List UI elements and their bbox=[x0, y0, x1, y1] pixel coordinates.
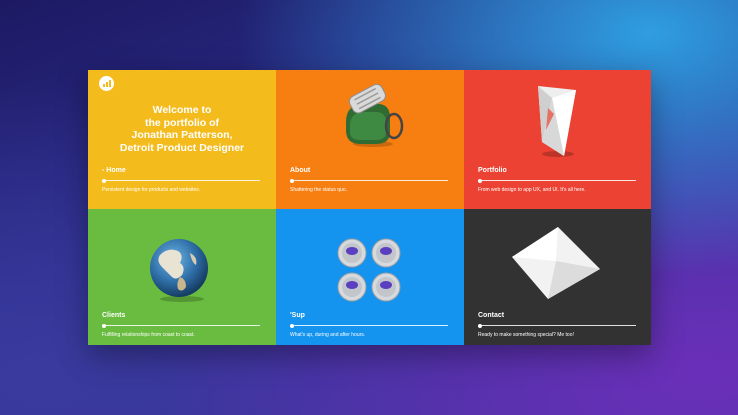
tile-home[interactable]: Welcome to the portfolio of Jonathan Pat… bbox=[88, 70, 276, 209]
home-progress-line bbox=[102, 178, 260, 183]
glass-prism-icon bbox=[538, 86, 576, 157]
clients-progress-line bbox=[102, 323, 260, 328]
carabiner-product-icon bbox=[346, 83, 404, 147]
sup-description: What's up, during and after hours. bbox=[290, 332, 366, 338]
home-title[interactable]: - Home bbox=[102, 167, 126, 174]
about-progress-line bbox=[290, 178, 448, 183]
welcome-line-2: the portfolio of bbox=[144, 116, 220, 129]
welcome-line-3: Jonathan Patterson, bbox=[131, 129, 233, 141]
clients-description: Fulfilling relationships from coast to c… bbox=[102, 332, 195, 338]
home-description: Persistent design for products and websi… bbox=[102, 187, 201, 193]
folded-paper-icon bbox=[512, 227, 600, 299]
welcome-heading: Welcome to the portfolio of Jonathan Pat… bbox=[88, 104, 276, 154]
contact-progress-line bbox=[478, 323, 636, 328]
tile-clients[interactable]: Clients Fulfilling relationships from co… bbox=[88, 209, 276, 345]
portfolio-progress-line bbox=[478, 178, 636, 183]
soda-cans-icon bbox=[337, 238, 401, 302]
sup-title[interactable]: 'Sup bbox=[290, 312, 305, 319]
sup-progress-line bbox=[290, 323, 448, 328]
welcome-line-4: Detroit Product Designer bbox=[119, 141, 245, 154]
about-title[interactable]: About bbox=[290, 167, 310, 174]
tile-sup[interactable]: 'Sup What's up, during and after hours. bbox=[276, 209, 464, 345]
tile-contact[interactable]: Contact Ready to make something special?… bbox=[464, 209, 651, 345]
contact-description: Ready to make something special? Me too! bbox=[478, 332, 574, 338]
globe-icon bbox=[150, 239, 208, 302]
portfolio-grid: Welcome to the portfolio of Jonathan Pat… bbox=[88, 70, 651, 345]
contact-title[interactable]: Contact bbox=[478, 312, 504, 319]
portfolio-description: From web design to app UX, and UI. It's … bbox=[478, 187, 586, 193]
welcome-line-1: Welcome to bbox=[152, 104, 212, 116]
portfolio-title[interactable]: Portfolio bbox=[478, 167, 507, 174]
about-description: Shattering the status quo. bbox=[290, 187, 347, 193]
bar-chart-logo-icon[interactable] bbox=[99, 76, 114, 91]
clients-title[interactable]: Clients bbox=[102, 312, 125, 319]
tile-portfolio[interactable]: Portfolio From web design to app UX, and… bbox=[464, 70, 651, 209]
tile-about[interactable]: About Shattering the status quo. bbox=[276, 70, 464, 209]
